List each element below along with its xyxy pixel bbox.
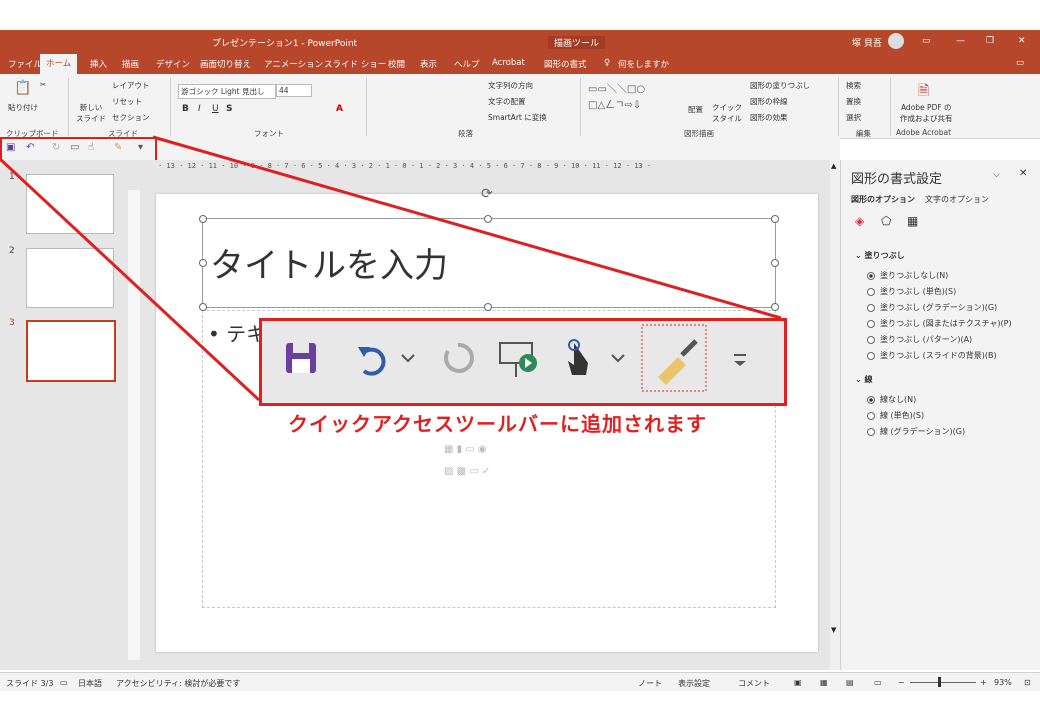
line-option-label: 線 (単色)(S) [880, 411, 925, 420]
radio-icon[interactable] [867, 411, 875, 420]
fit-slide-icon[interactable]: ⊡ [1024, 678, 1031, 687]
scroll-down-icon[interactable]: ▼ [831, 626, 836, 634]
fill-option[interactable]: 塗りつぶし (グラデーション)(G) [867, 302, 997, 313]
pane-options-icon[interactable]: ⌵ [993, 170, 1000, 180]
line-header-label: 線 [864, 375, 873, 384]
connector-line [152, 135, 782, 320]
radio-icon[interactable] [867, 395, 875, 404]
qat-zoom-callout [259, 318, 787, 406]
format-painter-icon [658, 357, 686, 385]
qat-zoom-icons [286, 324, 746, 392]
format-shape-pane: 図形の書式設定 ⌵ ✕ 図形のオプション 文字のオプション ◈ ⬠ ▦ ⌄ 塗り… [840, 160, 1040, 670]
fill-option[interactable]: 塗りつぶし (単色)(S) [867, 286, 956, 297]
chevron-down-icon [611, 354, 625, 363]
radio-icon[interactable] [867, 351, 875, 360]
fill-section-header[interactable]: ⌄ 塗りつぶし [855, 250, 905, 261]
line-option-label: 線 (グラデーション)(G) [880, 427, 966, 436]
chevron-down-icon [401, 354, 415, 363]
pane-title: 図形の書式設定 [851, 172, 943, 187]
notes-button[interactable]: ノート [638, 678, 662, 689]
status-bar: スライド 3/3 ▭ 日本語 アクセシビリティ: 検討が必要です ノート 表示設… [0, 672, 1040, 691]
scroll-up-icon[interactable]: ▲ [831, 162, 836, 170]
undo-icon [362, 347, 386, 376]
tab-text-options[interactable]: 文字のオプション [925, 194, 989, 205]
comments-button[interactable]: コメント [738, 678, 770, 689]
radio-icon[interactable] [867, 271, 875, 280]
connector-line [0, 157, 261, 402]
line-option[interactable]: 線 (グラデーション)(G) [867, 426, 965, 437]
normal-view-icon[interactable]: ▣ [794, 678, 802, 687]
spelling-icon[interactable]: ▭ [60, 678, 68, 687]
slideshow-icon[interactable]: ▭ [874, 678, 882, 687]
chevron-down-icon: ⌄ [855, 251, 865, 260]
accessibility-status[interactable]: アクセシビリティ: 検討が必要です [116, 678, 240, 689]
effects-icon[interactable]: ⬠ [881, 214, 891, 228]
fill-option-label: 塗りつぶし (図またはテクスチャ)(P) [880, 319, 1012, 328]
reading-view-icon[interactable]: ▤ [846, 678, 854, 687]
zoom-out-icon[interactable]: − [898, 678, 905, 687]
fill-option[interactable]: 塗りつぶし (パターン)(A) [867, 334, 972, 345]
fill-option-label: 塗りつぶし (単色)(S) [880, 287, 957, 296]
radio-icon[interactable] [867, 303, 875, 312]
line-option[interactable]: 線 (単色)(S) [867, 410, 924, 421]
line-option-label: 線なし(N) [880, 395, 917, 404]
zoom-slider[interactable] [910, 682, 976, 683]
pane-close-icon[interactable]: ✕ [1019, 168, 1027, 179]
line-option[interactable]: 線なし(N) [867, 394, 916, 405]
zoom-level[interactable]: 93% [994, 678, 1012, 687]
fill-option[interactable]: 塗りつぶしなし(N) [867, 270, 948, 281]
radio-icon[interactable] [867, 427, 875, 436]
fill-option[interactable]: 塗りつぶし (スライドの背景)(B) [867, 350, 997, 361]
fill-option-label: 塗りつぶし (スライドの背景)(B) [880, 351, 997, 360]
fill-option-label: 塗りつぶしなし(N) [880, 271, 949, 280]
radio-icon[interactable] [867, 335, 875, 344]
fill-line-icon[interactable]: ◈ [855, 214, 864, 228]
radio-icon[interactable] [867, 319, 875, 328]
display-settings-button[interactable]: 表示設定 [678, 678, 710, 689]
fill-header-label: 塗りつぶし [864, 251, 905, 260]
size-properties-icon[interactable]: ▦ [907, 214, 918, 228]
line-section-header[interactable]: ⌄ 線 [855, 374, 873, 385]
callout-caption: クイックアクセスツールバーに追加されます [288, 412, 707, 436]
editor-scrollbar[interactable] [830, 160, 840, 670]
tab-shape-options[interactable]: 図形のオプション [851, 194, 915, 205]
slide-sorter-icon[interactable]: ▦ [820, 678, 828, 687]
radio-icon[interactable] [867, 287, 875, 296]
fill-option-label: 塗りつぶし (グラデーション)(G) [880, 303, 998, 312]
zoom-in-icon[interactable]: + [980, 678, 987, 687]
fill-option[interactable]: 塗りつぶし (図またはテクスチャ)(P) [867, 318, 1012, 329]
language-status[interactable]: 日本語 [78, 678, 102, 689]
redo-icon [444, 342, 474, 373]
chevron-down-icon: ⌄ [855, 375, 865, 384]
fill-option-label: 塗りつぶし (パターン)(A) [880, 335, 973, 344]
slide-counter: スライド 3/3 [6, 679, 54, 688]
zoom-slider-thumb[interactable] [938, 677, 941, 687]
highlight-box [641, 324, 707, 392]
